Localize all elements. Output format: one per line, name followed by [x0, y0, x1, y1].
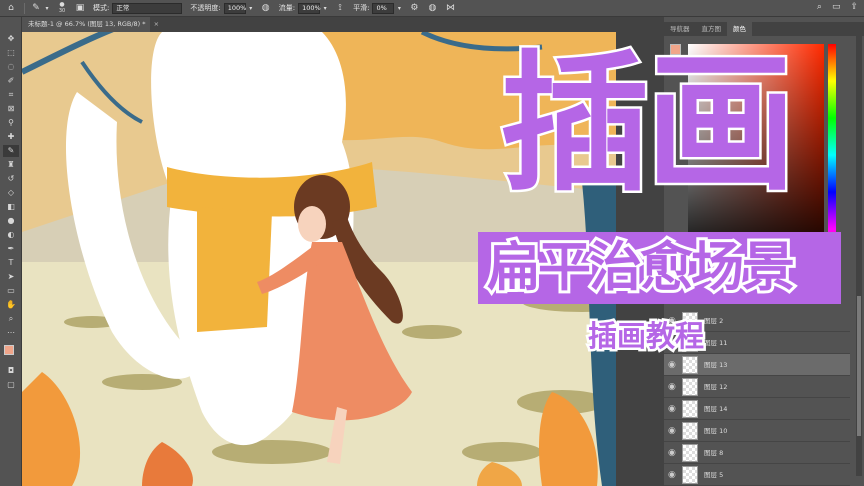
flow-field[interactable]: 100%	[298, 2, 321, 14]
tab-navigator[interactable]: 导航器	[664, 22, 696, 36]
photoshop-window: ⌂ ✎ ▾ ● 30 ▣ 模式: 正常 不透明度: 100% ▾ ◍ 流量: 10…	[0, 0, 864, 486]
layer-row[interactable]: ◉ 图层 5	[664, 464, 850, 486]
document-tab[interactable]: 未标题-1 @ 66.7% (图层 13, RGB/8) * ×	[22, 17, 159, 32]
layer-thumbnail	[682, 422, 698, 440]
smoothing-gear-icon[interactable]: ⚙	[407, 1, 421, 15]
chevron-down-icon[interactable]: ▾	[247, 1, 255, 15]
workspace-icon[interactable]: ▭	[832, 2, 841, 12]
frame-tool-icon[interactable]: ⊠	[3, 103, 19, 115]
flow-label: 流量:	[278, 4, 296, 12]
layer-thumbnail	[682, 444, 698, 462]
overlay-tag: 插画教程	[586, 317, 707, 356]
share-icon[interactable]: ⇪	[850, 2, 858, 12]
opacity-field[interactable]: 100%	[223, 2, 246, 14]
healing-tool-icon[interactable]: ✚	[3, 131, 19, 143]
marquee-tool-icon[interactable]: ⬚	[3, 47, 19, 59]
brush-tool-icon[interactable]: ✎	[3, 145, 19, 157]
hand-tool-icon[interactable]: ✋	[3, 299, 19, 311]
layer-name: 图层 13	[704, 361, 728, 369]
mode-select[interactable]: 正常	[112, 2, 183, 14]
smoothing-label: 平滑:	[353, 4, 370, 12]
layer-thumbnail	[682, 356, 698, 374]
history-brush-tool-icon[interactable]: ↺	[3, 173, 19, 185]
layer-thumbnail	[682, 378, 698, 396]
layer-row[interactable]: ◉ 图层 10	[664, 420, 850, 442]
search-icon[interactable]: ⌕	[817, 2, 822, 12]
layer-name: 图层 8	[704, 449, 724, 457]
mode-label: 模式:	[93, 4, 110, 12]
close-icon[interactable]: ×	[154, 20, 159, 28]
brush-size-value: 30	[58, 8, 66, 14]
opacity-label: 不透明度:	[190, 4, 221, 12]
quick-select-tool-icon[interactable]: ✐	[3, 75, 19, 87]
dodge-tool-icon[interactable]: ◐	[3, 229, 19, 241]
chevron-down-icon[interactable]: ▾	[43, 1, 51, 15]
type-tool-icon[interactable]: T	[3, 257, 19, 269]
layer-name: 图层 12	[704, 383, 728, 391]
overlay-title: 插画	[498, 38, 799, 213]
path-select-tool-icon[interactable]: ➤	[3, 271, 19, 283]
options-bar: ⌂ ✎ ▾ ● 30 ▣ 模式: 正常 不透明度: 100% ▾ ◍ 流量: 10…	[0, 0, 864, 17]
foreground-color-swatch[interactable]	[4, 345, 14, 355]
layer-row[interactable]: ◉ 图层 12	[664, 376, 850, 398]
document-tab-title: 未标题-1 @ 66.7% (图层 13, RGB/8) *	[28, 20, 146, 28]
eye-icon[interactable]: ◉	[668, 359, 680, 371]
home-icon[interactable]: ⌂	[4, 1, 18, 15]
overlay-subtitle: 扁平治愈场景	[484, 234, 798, 301]
gradient-tool-icon[interactable]: ◧	[3, 201, 19, 213]
butterfly-symmetry-icon[interactable]: ⋈	[443, 1, 457, 15]
panel-scrollbar[interactable]	[856, 36, 862, 476]
smoothing-field[interactable]: 0%	[372, 2, 395, 14]
brush-panel-icon[interactable]: ▣	[73, 1, 87, 15]
screen-mode-icon[interactable]: ▢	[3, 379, 19, 391]
stamp-tool-icon[interactable]: ♜	[3, 159, 19, 171]
divider	[24, 2, 25, 14]
eye-icon[interactable]: ◉	[668, 403, 680, 415]
chevron-down-icon[interactable]: ▾	[395, 1, 403, 15]
eraser-tool-icon[interactable]: ◇	[3, 187, 19, 199]
layer-row[interactable]: ◉ 图层 13	[664, 354, 850, 376]
options-bar-right: ⌕ ▭ ⇪	[817, 2, 858, 12]
eyedropper-tool-icon[interactable]: ⚲	[3, 117, 19, 129]
more-tools-icon[interactable]: ⋯	[3, 327, 19, 339]
lasso-tool-icon[interactable]: ◌	[3, 61, 19, 73]
eye-icon[interactable]: ◉	[668, 425, 680, 437]
shape-tool-icon[interactable]: ▭	[3, 285, 19, 297]
pressure-opacity-icon[interactable]: ◍	[259, 1, 273, 15]
eye-icon[interactable]: ◉	[668, 447, 680, 459]
layer-name: 图层 14	[704, 405, 728, 413]
eye-icon[interactable]: ◉	[668, 469, 680, 481]
move-tool-icon[interactable]: ✥	[3, 33, 19, 45]
quick-mask-icon[interactable]: ◘	[3, 365, 19, 377]
scrollbar-thumb[interactable]	[857, 296, 861, 436]
layer-name: 图层 5	[704, 471, 724, 479]
tools-panel: ✥ ⬚ ◌ ✐ ⌗ ⊠ ⚲ ✚ ✎ ♜ ↺ ◇ ◧ ● ◐ ✒ T ➤ ▭ ✋ …	[0, 17, 22, 486]
layer-name: 图层 10	[704, 427, 728, 435]
zoom-tool-icon[interactable]: ⌕	[3, 313, 19, 325]
layer-thumbnail	[682, 400, 698, 418]
airbrush-icon[interactable]: ⟟	[333, 1, 347, 15]
pressure-size-icon[interactable]: ◍	[425, 1, 439, 15]
crop-tool-icon[interactable]: ⌗	[3, 89, 19, 101]
tab-histogram[interactable]: 直方图	[696, 22, 728, 36]
layer-row[interactable]: ◉ 图层 8	[664, 442, 850, 464]
chevron-down-icon[interactable]: ▾	[321, 1, 329, 15]
eye-icon[interactable]: ◉	[668, 381, 680, 393]
brush-preset-icon[interactable]: ● 30	[55, 1, 69, 15]
brush-icon[interactable]: ✎	[29, 1, 43, 15]
layer-row[interactable]: ◉ 图层 14	[664, 398, 850, 420]
pen-tool-icon[interactable]: ✒	[3, 243, 19, 255]
panel-tabs: 导航器 直方图 颜色	[664, 22, 864, 36]
tab-color[interactable]: 颜色	[727, 22, 752, 36]
blur-tool-icon[interactable]: ●	[3, 215, 19, 227]
layer-thumbnail	[682, 466, 698, 484]
